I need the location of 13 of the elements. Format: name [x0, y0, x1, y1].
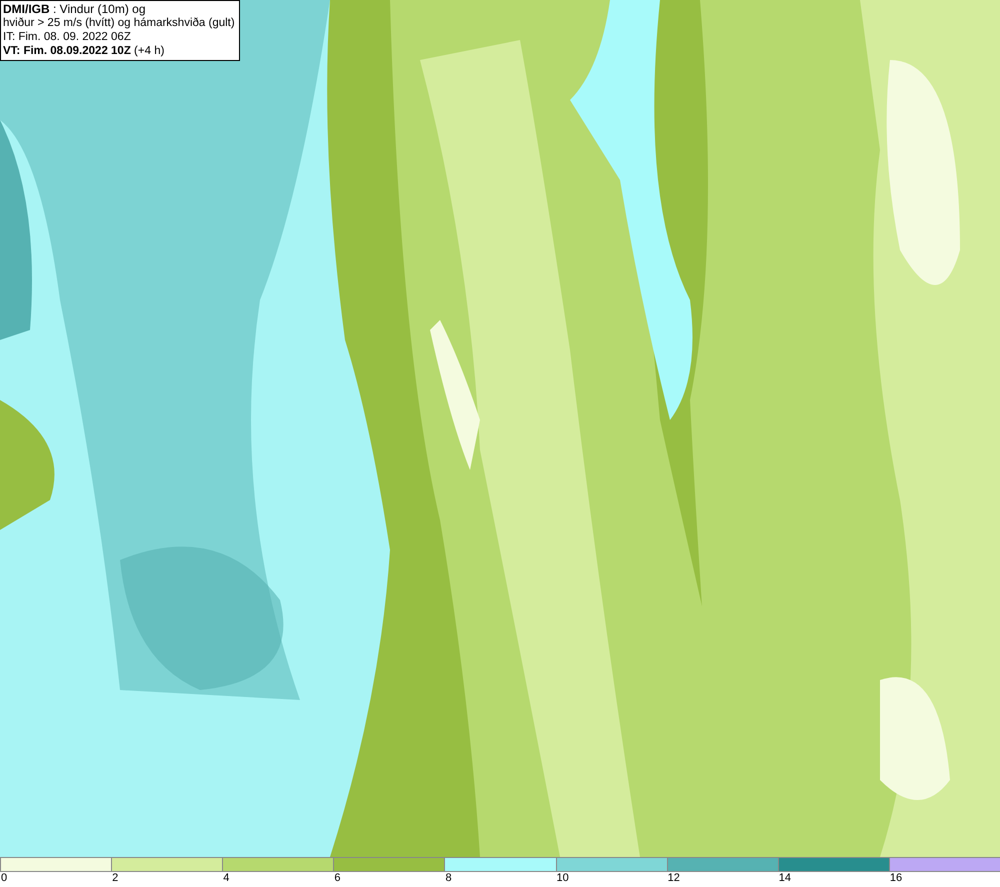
legend-label: 14 [778, 872, 792, 885]
legend-label: 12 [666, 872, 680, 885]
legend-label: 10 [556, 872, 569, 885]
legend-label: 16 [888, 872, 902, 885]
caption-line: DMI/IGB : Vindur (10m) og [3, 2, 146, 16]
legend-label: 4 [222, 872, 230, 885]
legend-label: 0 [0, 872, 8, 885]
caption-line: VT: Fim. 08.09.2022 10Z (+4 h) [3, 44, 166, 58]
caption-line: IT: Fim. 08. 09. 2022 06Z [3, 30, 132, 44]
legend-label: 8 [444, 872, 452, 885]
caption-line: hviður > 25 m/s (hvítt) og hámarkshviða (gult) [3, 16, 235, 30]
legend-label: 6 [333, 872, 340, 885]
legend-label: 2 [111, 872, 118, 885]
